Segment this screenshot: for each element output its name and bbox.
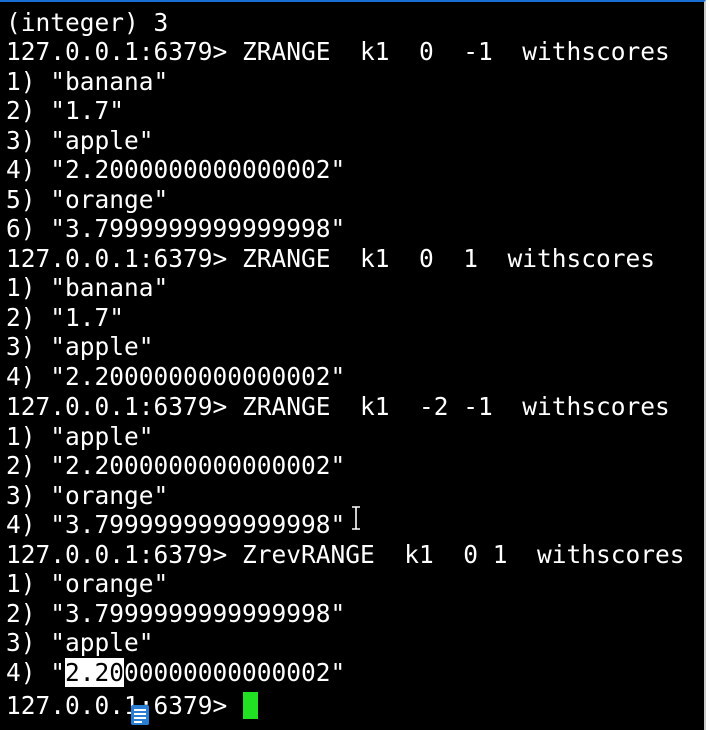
terminal-line: 5) "orange" xyxy=(6,185,169,214)
terminal-line: 3) "apple" xyxy=(6,332,154,361)
terminal-line: 3) "apple" xyxy=(6,126,154,155)
terminal-line: 3) "orange" xyxy=(6,481,169,510)
terminal-line: 1) "banana" xyxy=(6,273,169,302)
terminal-line-with-selection: 4) "2.2000000000000002" xyxy=(6,658,345,687)
terminal-line: 4) "2.2000000000000002" xyxy=(6,155,346,184)
terminal-line: 127.0.0.1:6379> ZRANGE k1 0 1 withscores xyxy=(6,244,656,273)
text-selection[interactable]: 2.20 xyxy=(65,658,125,687)
terminal-line: 4) "3.7999999999999998" xyxy=(6,510,346,539)
terminal-line: 4) "2.2000000000000002" xyxy=(6,362,346,391)
command-prompt[interactable]: 127.0.0.1:6379> xyxy=(6,691,242,720)
line-text-after-selection: 00000000000002" xyxy=(124,658,346,687)
terminal-line: 1) "orange" xyxy=(6,569,169,598)
terminal-line: (integer) 3 xyxy=(6,8,169,37)
terminal-line: 6) "3.7999999999999998" xyxy=(6,214,346,243)
terminal-line: 127.0.0.1:6379> ZRANGE k1 0 -1 withscore… xyxy=(6,37,670,66)
terminal-line: 1) "apple" xyxy=(6,422,154,451)
terminal-cursor xyxy=(243,692,258,719)
terminal-line: 2) "1.7" xyxy=(6,96,125,125)
terminal-line: 2) "1.7" xyxy=(6,303,125,332)
terminal-line: 2) "2.2000000000000002" xyxy=(6,451,346,480)
terminal-line: 127.0.0.1:6379> ZRANGE k1 -2 -1 withscor… xyxy=(6,392,670,421)
text-cursor-icon xyxy=(352,506,360,530)
terminal-line: 1) "banana" xyxy=(6,67,169,96)
terminal-line: 3) "apple" xyxy=(6,628,154,657)
line-text-before-selection: 4) " xyxy=(6,658,66,687)
document-icon[interactable] xyxy=(130,704,150,726)
terminal-line: 2) "3.7999999999999998" xyxy=(6,599,346,628)
terminal-line: 127.0.0.1:6379> ZrevRANGE k1 0 1 withsco… xyxy=(6,540,685,569)
terminal-window[interactable]: (integer) 3 127.0.0.1:6379> ZRANGE k1 0 … xyxy=(0,0,706,730)
